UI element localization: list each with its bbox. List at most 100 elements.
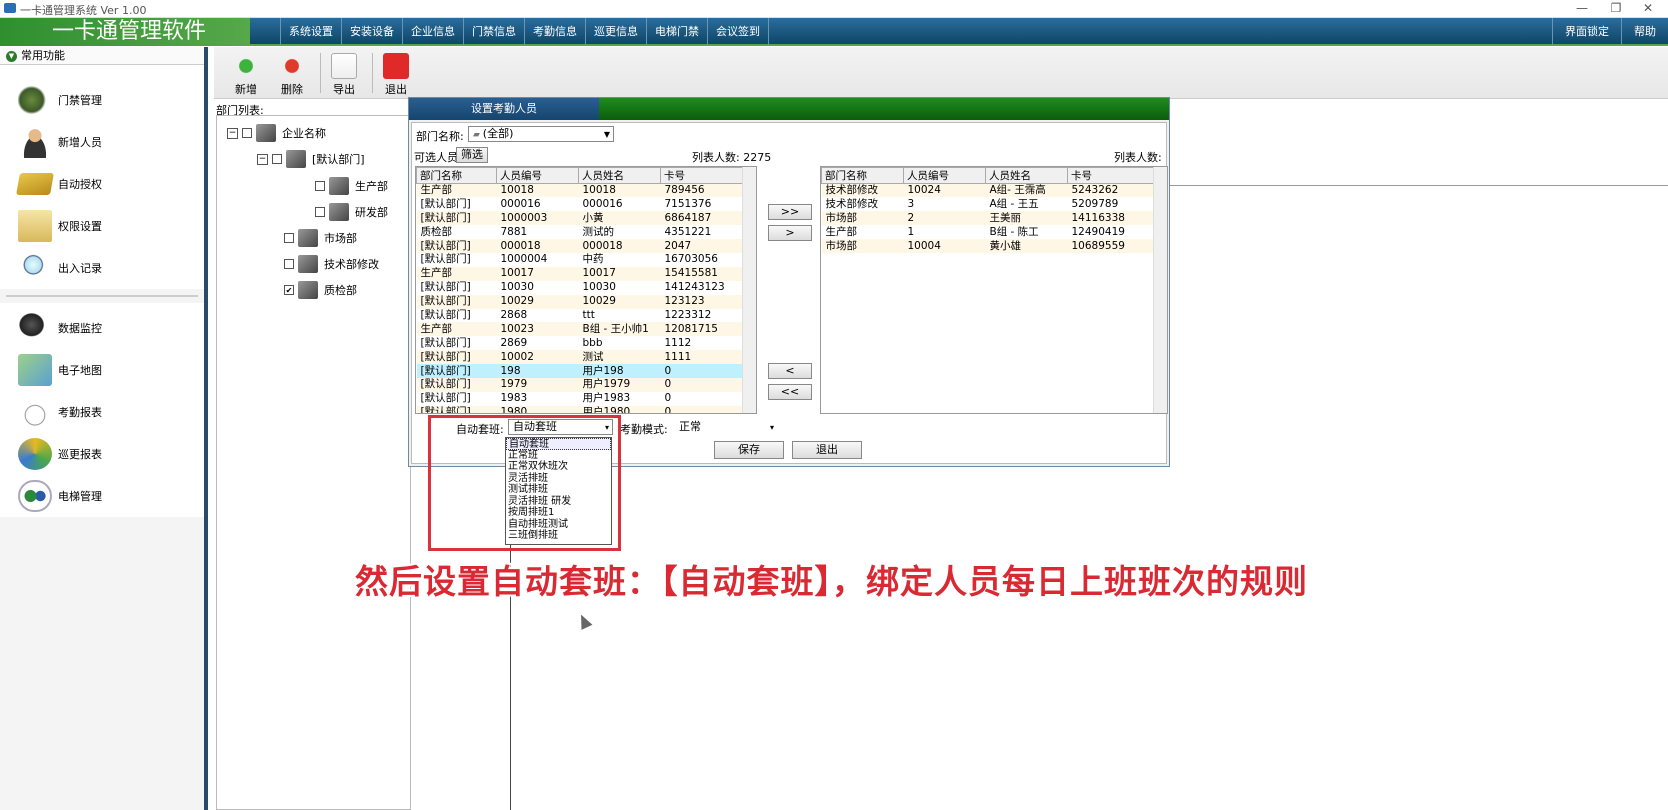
tree-node-company[interactable]: − 企业名称 [227, 124, 326, 142]
table-row[interactable]: [默认部门] 10029 10029 123123 [416, 294, 745, 309]
menu-patrol-info[interactable]: 巡更信息 [586, 18, 647, 46]
sidebar-item-auto-authorize[interactable]: 自动授权 [0, 163, 204, 205]
shift-option[interactable]: 测试排班 [506, 484, 611, 496]
col-card[interactable]: 卡号 [1067, 167, 1156, 184]
menu-attendance-info[interactable]: 考勤信息 [525, 18, 586, 46]
save-button[interactable]: 保存 [714, 441, 784, 459]
shift-option[interactable]: 灵活排班 研发 [506, 496, 611, 508]
sidebar-item-access-records[interactable]: 出入记录 [0, 247, 204, 289]
move-all-right-button[interactable]: >> [768, 204, 812, 220]
col-id[interactable]: 人员编号 [496, 167, 579, 184]
table-row[interactable]: 生产部 10017 10017 15415581 [416, 266, 745, 281]
table-row[interactable]: 市场部 2 王美丽 14116338 [821, 211, 1156, 226]
table-row[interactable]: [默认部门] 1000003 小黄 6864187 [416, 211, 745, 226]
table-row[interactable]: [默认部门] 10030 10030 141243123 [417, 281, 745, 295]
col-name[interactable]: 人员姓名 [985, 167, 1068, 184]
menu-access-info[interactable]: 门禁信息 [464, 18, 525, 46]
col-id[interactable]: 人员编号 [903, 167, 986, 184]
menu-elevator-access[interactable]: 电梯门禁 [647, 18, 708, 46]
table-row[interactable]: 生产部 1 B组 - 陈工 12490419 [822, 225, 1156, 239]
table-cell: 10017 [578, 266, 661, 281]
tree-checkbox[interactable] [272, 154, 282, 164]
exit-button[interactable]: 退出 [376, 49, 416, 97]
col-card[interactable]: 卡号 [660, 167, 745, 184]
sidebar-item-add-person[interactable]: 新增人员 [0, 121, 204, 163]
table-row[interactable]: [默认部门] 1980 用户1980 0 [416, 405, 745, 413]
menu-install-device[interactable]: 安装设备 [342, 18, 403, 46]
menu-help[interactable]: 帮助 [1621, 18, 1668, 46]
table-row[interactable]: 技术部修改 3 A组 - 王五 5209789 [822, 197, 1156, 211]
shift-option[interactable]: 按周排班1 [506, 507, 611, 519]
table-row[interactable]: 市场部 10004 黄小雄 10689559 [821, 239, 1156, 253]
collapse-icon[interactable]: − [227, 127, 238, 139]
auto-shift-dropdown[interactable]: 自动套班 正常班 正常双休班次 灵活排班 测试排班 灵活排班 研发 按周排班1 … [505, 437, 612, 545]
filter-button[interactable]: 筛选 [456, 147, 488, 163]
table-row[interactable]: [默认部门] 10002 测试 1111 [416, 350, 745, 365]
sidebar-item-access-control[interactable]: 门禁管理 [0, 79, 204, 121]
menu-meeting-signin[interactable]: 会议签到 [708, 18, 769, 46]
tree-node-default-dept[interactable]: − [默认部门] [257, 150, 365, 168]
shift-option[interactable]: 自动排班测试 [506, 519, 611, 531]
shift-option[interactable]: 正常双休班次 [506, 461, 611, 473]
tree-node-tech[interactable]: 技术部修改 [284, 255, 379, 273]
dept-select-value: (全部) [482, 127, 514, 140]
menu-system-settings[interactable]: 系统设置 [280, 18, 342, 46]
sidebar-item-e-map[interactable]: 电子地图 [0, 349, 204, 391]
menu-lock-screen[interactable]: 界面锁定 [1552, 18, 1621, 46]
sidebar-item-permissions[interactable]: 权限设置 [0, 205, 204, 247]
left-scrollbar[interactable] [742, 167, 756, 413]
sidebar-item-elevator[interactable]: 电梯管理 [0, 475, 204, 517]
sidebar-item-patrol-report[interactable]: 巡更报表 [0, 433, 204, 475]
close-button[interactable]: ✕ [1628, 0, 1668, 18]
menu-company-info[interactable]: 企业信息 [403, 18, 464, 46]
shift-option[interactable]: 自动套班 [506, 438, 611, 450]
table-row[interactable]: [默认部门] 1000004 中药 16703056 [417, 253, 745, 267]
export-button[interactable]: 导出 [324, 49, 364, 97]
table-row[interactable]: 生产部 10023 B组 - 王小帅1 12081715 [416, 322, 745, 337]
table-row[interactable]: [默认部门] 2869 bbb 1112 [417, 336, 745, 350]
shift-option[interactable]: 正常班 [506, 450, 611, 462]
tree-node-qc[interactable]: ✔ 质检部 [284, 281, 357, 299]
right-scrollbar[interactable] [1153, 167, 1167, 413]
tree-checkbox[interactable] [284, 233, 294, 243]
table-row[interactable]: [默认部门] 000016 000016 7151376 [417, 197, 745, 211]
table-row[interactable]: [默认部门] 1983 用户1983 0 [417, 392, 745, 406]
tree-checkbox-checked[interactable]: ✔ [284, 285, 294, 295]
tree-checkbox[interactable] [315, 181, 325, 191]
sidebar-header[interactable]: ▼ 常用功能 [0, 47, 204, 65]
move-all-left-button[interactable]: << [768, 384, 812, 400]
dept-select[interactable]: ▰ (全部) ▼ [468, 126, 614, 142]
shift-option[interactable]: 三班倒排班 [506, 530, 611, 542]
table-row[interactable]: [默认部门] 198 用户198 0 [416, 364, 745, 378]
table-row[interactable]: [默认部门] 1979 用户1979 0 [416, 377, 745, 392]
exit-dialog-button[interactable]: 退出 [792, 441, 862, 459]
table-cell: 10023 [496, 322, 579, 337]
table-row[interactable]: [默认部门] 000018 000018 2047 [416, 239, 745, 253]
add-button[interactable]: 新增 [226, 49, 266, 97]
table-row[interactable]: [默认部门] 2868 ttt 1223312 [417, 309, 745, 323]
tree-checkbox[interactable] [242, 128, 252, 138]
plus-icon [233, 53, 259, 79]
sidebar-item-label: 门禁管理 [58, 94, 102, 107]
table-row[interactable]: 质检部 7881 测试的 4351221 [417, 225, 745, 239]
move-left-button[interactable]: < [768, 363, 812, 379]
collapse-icon[interactable]: ▼ [6, 50, 17, 62]
delete-button[interactable]: 删除 [272, 49, 312, 97]
col-dept[interactable]: 部门名称 [821, 167, 904, 184]
col-name[interactable]: 人员姓名 [578, 167, 661, 184]
sidebar-item-data-monitor[interactable]: 数据监控 [0, 307, 204, 349]
shift-option[interactable]: 灵活排班 [506, 473, 611, 485]
sidebar-item-attendance-report[interactable]: 考勤报表 [0, 391, 204, 433]
tree-node-production[interactable]: 生产部 [315, 177, 388, 195]
attendance-mode-select[interactable]: 正常 ▾ [674, 419, 778, 435]
tree-node-marketing[interactable]: 市场部 [284, 229, 357, 247]
tree-checkbox[interactable] [315, 207, 325, 217]
table-row[interactable]: 生产部 10018 10018 789456 [416, 183, 745, 198]
move-right-button[interactable]: > [768, 225, 812, 241]
tree-node-rnd[interactable]: 研发部 [315, 203, 388, 221]
tree-checkbox[interactable] [284, 259, 294, 269]
collapse-icon[interactable]: − [257, 153, 268, 165]
col-dept[interactable]: 部门名称 [416, 167, 497, 184]
table-cell: 生产部 [416, 322, 497, 337]
table-row[interactable]: 技术部修改 10024 A组- 王霈高 5243262 [821, 183, 1156, 198]
